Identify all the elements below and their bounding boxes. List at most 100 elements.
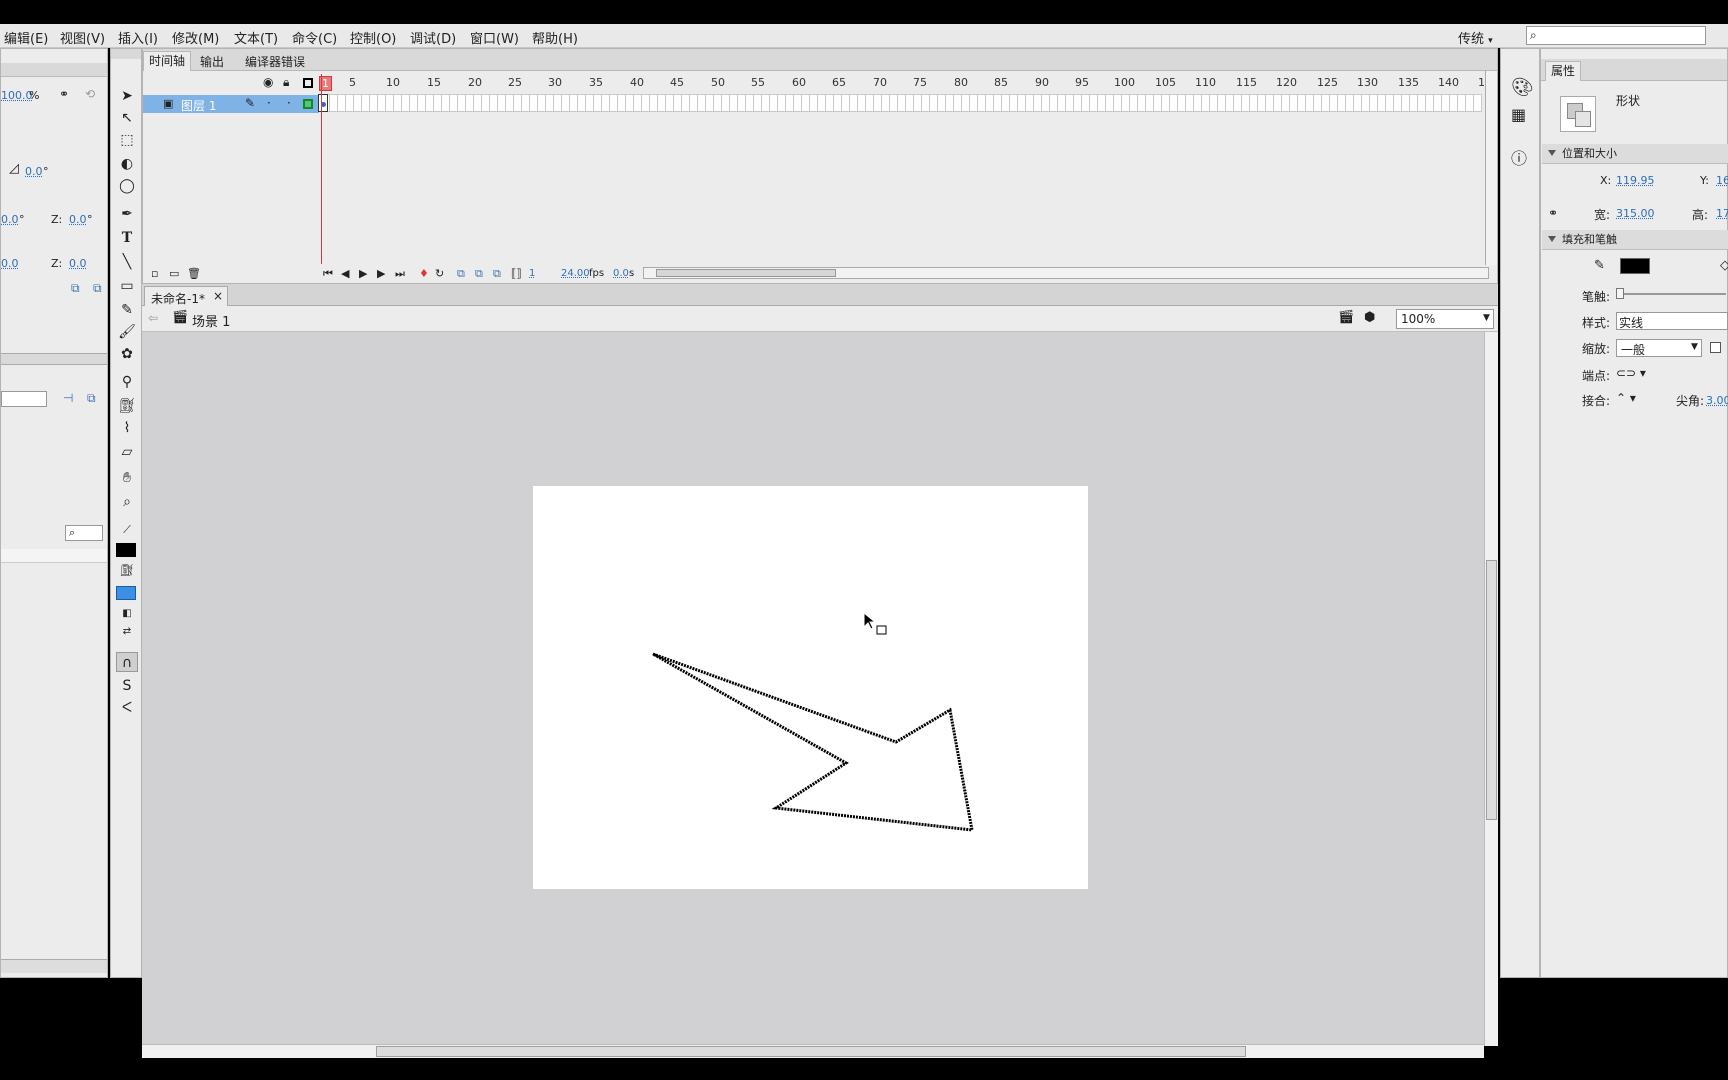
link-icon[interactable]: ⚭: [59, 87, 69, 101]
visible-dot-icon[interactable]: ·: [267, 96, 271, 110]
arrow-outline[interactable]: [652, 652, 974, 832]
new-folder-icon[interactable]: ▭: [169, 267, 179, 280]
join-style-icon[interactable]: ⌃ ▾: [1616, 391, 1636, 405]
menu-debug[interactable]: 调试(D): [410, 28, 456, 47]
hinting-checkbox[interactable]: [1710, 342, 1721, 353]
deco-icon[interactable]: ✿: [116, 344, 138, 364]
x-value[interactable]: 119.95: [1616, 174, 1655, 187]
section-position-size[interactable]: 位置和大小: [1542, 144, 1728, 164]
elapsed-time[interactable]: 0.0: [613, 268, 629, 279]
stage-hscrollbar[interactable]: [142, 1044, 1484, 1058]
library-dropdown[interactable]: [1, 391, 47, 407]
brush-icon[interactable]: 🖌︎: [116, 322, 138, 342]
library-scrollbar[interactable]: [1, 959, 107, 973]
tab-properties[interactable]: 属性: [1545, 61, 1581, 81]
subselection-tool-icon[interactable]: ↖: [116, 108, 138, 128]
menu-text[interactable]: 文本(T): [234, 28, 278, 47]
x-rotation-value[interactable]: 0.0: [1, 213, 19, 226]
stage-vscroll-thumb[interactable]: [1486, 560, 1497, 820]
hand-icon[interactable]: ✋︎: [116, 468, 138, 488]
document-tab[interactable]: 未命名-1* ×: [144, 286, 228, 306]
delete-layer-icon[interactable]: 🗑︎: [187, 267, 201, 280]
z-rotation-value[interactable]: 0.0: [69, 213, 87, 226]
frame-ruler[interactable]: [320, 70, 1486, 94]
menu-control[interactable]: 控制(O): [350, 28, 396, 47]
swatches-icon[interactable]: ▦: [1511, 105, 1526, 124]
layer-outline-color[interactable]: [303, 99, 313, 109]
stroke-color-swatch[interactable]: [116, 543, 136, 557]
pin-icon[interactable]: ⊣: [63, 391, 73, 405]
onion-markers-icon[interactable]: ⟦⟧: [511, 267, 522, 280]
center-frame-icon[interactable]: ♦: [419, 267, 429, 280]
onion-skin-icon[interactable]: ⧉: [457, 267, 465, 281]
step-back-icon[interactable]: ◀: [341, 267, 349, 280]
line-icon[interactable]: ╲: [116, 252, 138, 272]
x-position-value[interactable]: 0.0: [1, 257, 19, 270]
edit-symbol-icon[interactable]: ⬢: [1364, 310, 1375, 325]
stroke-color-chip[interactable]: [1620, 258, 1650, 274]
snap-magnet-icon[interactable]: ∩: [116, 652, 138, 672]
current-frame[interactable]: 1: [529, 268, 535, 279]
3d-rotation-icon[interactable]: ◐: [116, 154, 138, 174]
pen-icon[interactable]: ✒: [116, 204, 138, 224]
free-transform-icon[interactable]: ⬚: [116, 130, 138, 150]
eraser-icon[interactable]: ▱: [116, 442, 138, 462]
info-icon[interactable]: ⓘ: [1511, 145, 1527, 169]
step-forward-icon[interactable]: ▶: [377, 267, 385, 280]
smooth-icon[interactable]: S: [116, 676, 138, 696]
menu-edit[interactable]: 编辑(E): [4, 28, 48, 47]
width-value[interactable]: 315.00: [1616, 207, 1655, 220]
close-icon[interactable]: ×: [213, 289, 223, 303]
library-search-input[interactable]: ⌕: [65, 525, 103, 541]
tab-output[interactable]: 输出: [193, 53, 231, 71]
lock-ratio-icon[interactable]: ⚭: [1548, 206, 1558, 220]
timeline-hscrollbar[interactable]: [643, 267, 1489, 279]
first-frame-icon[interactable]: ⏮︎: [323, 267, 333, 281]
paint-bucket-icon[interactable]: ⛽︎: [116, 396, 138, 416]
bone-icon[interactable]: ⚲: [116, 372, 138, 392]
text-icon[interactable]: T: [116, 228, 138, 248]
menu-view[interactable]: 视图(V): [60, 28, 105, 47]
last-frame-icon[interactable]: ⏭︎: [395, 267, 405, 281]
lock-icon[interactable]: 🔒︎: [283, 75, 289, 90]
copy-transform-icon[interactable]: ⧉: [71, 281, 80, 296]
scale-select[interactable]: 一般 ▼: [1616, 339, 1702, 357]
pencil-icon[interactable]: ✎: [116, 300, 138, 320]
new-library-icon[interactable]: ⧉: [87, 391, 96, 406]
stroke-width-handle[interactable]: [1616, 288, 1624, 299]
apply-transform-icon[interactable]: ⧉: [93, 281, 102, 296]
menu-window[interactable]: 窗口(W): [470, 28, 519, 47]
stage[interactable]: [533, 486, 1088, 889]
zoom-icon[interactable]: ⌕: [116, 492, 138, 512]
rectangle-icon[interactable]: ▭: [116, 276, 138, 296]
scene-name[interactable]: 场景 1: [192, 311, 230, 330]
show-hide-icon[interactable]: ◉: [263, 75, 273, 89]
timeline-hscroll-thumb[interactable]: [656, 269, 836, 277]
menu-help[interactable]: 帮助(H): [532, 28, 578, 47]
help-search-input[interactable]: ⌕: [1526, 26, 1706, 45]
loop-icon[interactable]: ↻: [435, 267, 444, 280]
edit-scene-icon[interactable]: 🎬︎: [1338, 310, 1355, 325]
zoom-select[interactable]: 100% ▼: [1396, 309, 1494, 329]
height-value[interactable]: 17: [1716, 207, 1728, 220]
outline-icon[interactable]: [303, 78, 313, 88]
lasso-icon[interactable]: ◯: [116, 176, 138, 196]
section-fill-stroke[interactable]: 填充和笔触: [1542, 230, 1728, 250]
straighten-icon[interactable]: ᐸ: [116, 698, 138, 718]
eyedropper-icon[interactable]: ⌇: [116, 418, 138, 438]
rotation-value[interactable]: 0.0: [25, 165, 43, 178]
menu-modify[interactable]: 修改(M): [172, 28, 219, 47]
stroke-width-slider[interactable]: [1618, 293, 1726, 295]
playhead[interactable]: [321, 74, 322, 264]
menu-commands[interactable]: 命令(C): [292, 28, 337, 47]
swap-colors-icon[interactable]: ⇄: [116, 622, 138, 642]
menu-insert[interactable]: 插入(I): [118, 28, 158, 47]
cap-style-icon[interactable]: ⊂⊃ ▾: [1616, 366, 1646, 380]
miter-value[interactable]: 3.00: [1706, 394, 1728, 407]
timeline-vscrollbar[interactable]: [1485, 71, 1497, 265]
style-select[interactable]: 实线: [1616, 312, 1728, 330]
workspace-switcher[interactable]: 传统 ▾: [1458, 28, 1493, 47]
tab-compiler-errors[interactable]: 编译器错误: [235, 53, 315, 71]
fps-value[interactable]: 24.00: [561, 268, 590, 279]
edit-multiple-icon[interactable]: ⧉: [493, 267, 501, 281]
